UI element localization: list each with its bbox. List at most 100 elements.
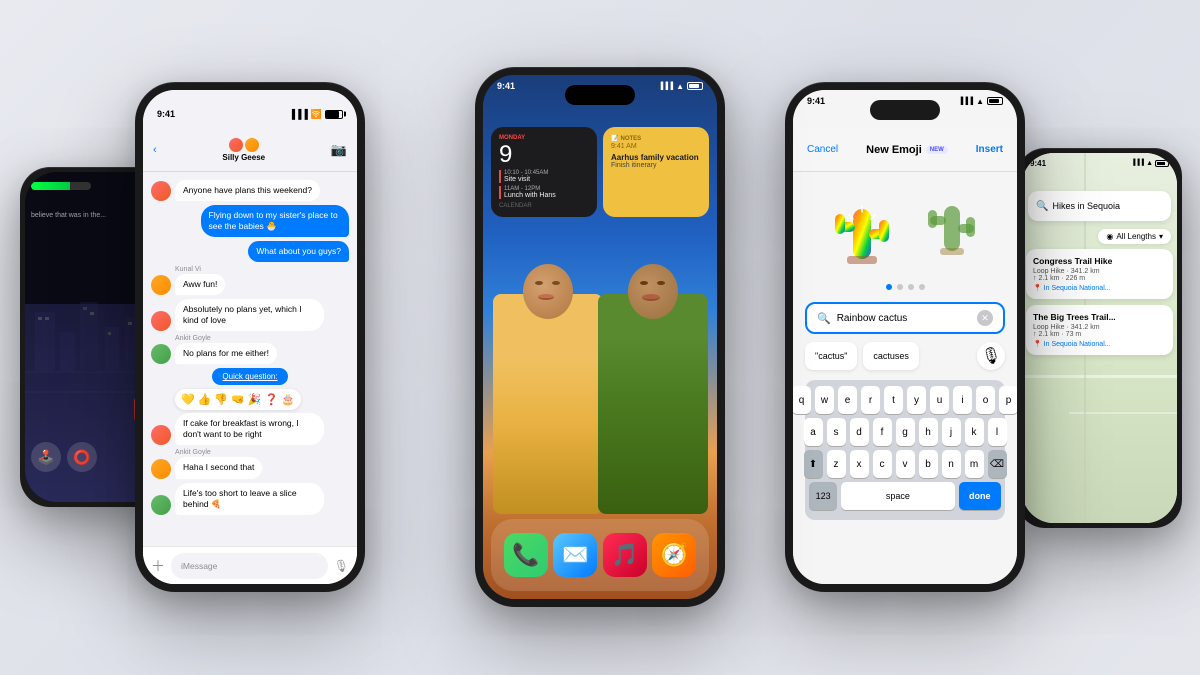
kb-row-3: ⬆ z x c v b n m ⌫	[809, 450, 1001, 478]
emoji-display-row	[805, 184, 1005, 274]
key-t[interactable]: t	[884, 386, 903, 414]
kb-row-4: 123 space done	[809, 482, 1001, 510]
key-123[interactable]: 123	[809, 482, 837, 510]
dock-music-app[interactable]: 🎵	[603, 533, 647, 577]
key-f[interactable]: f	[873, 418, 892, 446]
cal-event-1: 10:10 - 10:45AM Site visit	[499, 170, 589, 183]
filter-label: All Lengths	[1116, 232, 1156, 241]
notes-label: 📝 Notes	[611, 135, 701, 142]
dock-mail-app[interactable]: ✉️	[553, 533, 597, 577]
tapback-thumbsup[interactable]: 👍	[198, 393, 212, 406]
eye-left-1	[535, 281, 543, 285]
key-y[interactable]: y	[907, 386, 926, 414]
dock-compass-app[interactable]: 🧭	[652, 533, 696, 577]
video-call-button[interactable]: 📷	[331, 142, 347, 158]
tapback-question[interactable]: ❓	[265, 393, 279, 406]
msg-bubble-6: No plans for me either!	[175, 343, 277, 364]
cal-label: Calendar	[499, 203, 589, 209]
filter-chevron: ▾	[1159, 232, 1163, 241]
messages-list: Anyone have plans this weekend? Flying d…	[143, 172, 357, 546]
tapback-handshake[interactable]: 🤜	[231, 393, 245, 406]
key-o[interactable]: o	[976, 386, 995, 414]
key-b[interactable]: b	[919, 450, 938, 478]
emoji-clear-button[interactable]: ✕	[977, 310, 993, 326]
cal-day-label: MONDAY	[499, 135, 589, 141]
key-shift[interactable]: ⬆	[804, 450, 823, 478]
key-j[interactable]: j	[942, 418, 961, 446]
trail-1-stats: ↑ 2.1 km · 226 m	[1033, 275, 1166, 282]
key-a[interactable]: a	[804, 418, 823, 446]
key-g[interactable]: g	[896, 418, 915, 446]
maps-filter-button[interactable]: ◉ All Lengths ▾	[1098, 229, 1171, 244]
emoji-search-box[interactable]: 🔍 Rainbow cactus ✕	[805, 302, 1005, 334]
eye-right-1	[552, 281, 560, 285]
key-i[interactable]: i	[953, 386, 972, 414]
widgets-area: MONDAY 9 10:10 - 10:45AM Site visit 11AM…	[491, 127, 709, 217]
suggest-cactus-quoted[interactable]: "cactus"	[805, 342, 857, 370]
message-input-field[interactable]: iMessage	[171, 553, 328, 579]
msg-avatar-1	[151, 181, 171, 201]
dock-phone-app[interactable]: 📞	[504, 533, 548, 577]
messages-time: 9:41	[157, 109, 175, 119]
eye-right-2	[657, 281, 665, 285]
tapback-celebrate[interactable]: 🎉	[248, 393, 262, 406]
add-attachment-button[interactable]: ＋	[151, 556, 165, 576]
key-x[interactable]: x	[850, 450, 869, 478]
emoji-suggestions: "cactus" cactuses 🎙	[805, 342, 1005, 370]
messages-status-bar: 9:41 ▐▐▐ 🛜	[143, 90, 357, 128]
widget-calendar[interactable]: MONDAY 9 10:10 - 10:45AM Site visit 11AM…	[491, 127, 597, 217]
key-z[interactable]: z	[827, 450, 846, 478]
phone-lockscreen: 9:41 ▐▐▐ ▲ MONDAY 9 10:10 - 10:45AM Site…	[475, 67, 725, 607]
maps-signal: ▐▐▐	[1131, 160, 1144, 167]
quick-question-row: Quick question:	[151, 368, 349, 385]
key-w[interactable]: w	[815, 386, 834, 414]
head-left	[523, 264, 573, 319]
key-backspace[interactable]: ⌫	[988, 450, 1007, 478]
key-space[interactable]: space	[841, 482, 954, 510]
key-r[interactable]: r	[861, 386, 880, 414]
mouth-2	[642, 294, 660, 301]
key-v[interactable]: v	[896, 450, 915, 478]
widget-notes[interactable]: 📝 Notes 9:41 AM Aarhus family vacation F…	[603, 127, 709, 217]
key-n[interactable]: n	[942, 450, 961, 478]
key-h[interactable]: h	[919, 418, 938, 446]
trail-2-stats: ↑ 2.1 km · 73 m	[1033, 331, 1166, 338]
emoji-cancel-button[interactable]: Cancel	[807, 144, 838, 155]
voice-record-button[interactable]: 🎙	[334, 559, 349, 573]
key-q[interactable]: q	[793, 386, 811, 414]
key-l[interactable]: l	[988, 418, 1007, 446]
phone-messages: 9:41 ▐▐▐ 🛜 ‹ Silly Geese 📷	[135, 82, 365, 592]
game-btn-action[interactable]: ⭕	[67, 442, 97, 472]
tapback-row: 💛 👍 👎 🤜 🎉 ❓ 🎂	[175, 389, 301, 410]
nav-back-button[interactable]: ‹	[153, 144, 157, 156]
trail-card-2[interactable]: The Big Trees Trail... Loop Hike · 341.2…	[1026, 305, 1173, 355]
game-btn-left[interactable]: 🕹️	[31, 442, 61, 472]
key-d[interactable]: d	[850, 418, 869, 446]
maps-search-bar[interactable]: 🔍 Hikes in Sequoia	[1028, 191, 1171, 221]
key-u[interactable]: u	[930, 386, 949, 414]
cal-event-1-title: Site visit	[504, 176, 589, 183]
key-done[interactable]: done	[959, 482, 1001, 510]
key-p[interactable]: p	[999, 386, 1017, 414]
tapback-heart[interactable]: 💛	[181, 393, 195, 406]
suggest-cactuses[interactable]: cactuses	[863, 342, 919, 370]
notes-subtitle: Finish itinerary	[611, 162, 701, 169]
key-c[interactable]: c	[873, 450, 892, 478]
tapback-cake[interactable]: 🎂	[281, 393, 295, 406]
tapback-thumbsdown[interactable]: 👎	[214, 393, 228, 406]
battery-icon	[325, 110, 343, 119]
group-name: Silly Geese	[222, 153, 265, 162]
group-avatars	[222, 138, 265, 152]
key-e[interactable]: e	[838, 386, 857, 414]
trail-card-1[interactable]: Congress Trail Hike Loop Hike · 341.2 km…	[1026, 249, 1173, 299]
dock-bar: 📞 ✉️ 🎵 🧭	[491, 519, 709, 591]
emoji-insert-button[interactable]: Insert	[976, 144, 1003, 155]
microphone-button[interactable]: 🎙	[977, 342, 1005, 370]
key-m[interactable]: m	[965, 450, 984, 478]
filter-icon: ◉	[1106, 232, 1113, 241]
key-k[interactable]: k	[965, 418, 984, 446]
key-s[interactable]: s	[827, 418, 846, 446]
msg-row-4: Aww fun!	[151, 274, 349, 295]
notes-title: Aarhus family vacation	[611, 153, 701, 162]
trail-2-type: Loop Hike · 341.2 km	[1033, 324, 1166, 331]
